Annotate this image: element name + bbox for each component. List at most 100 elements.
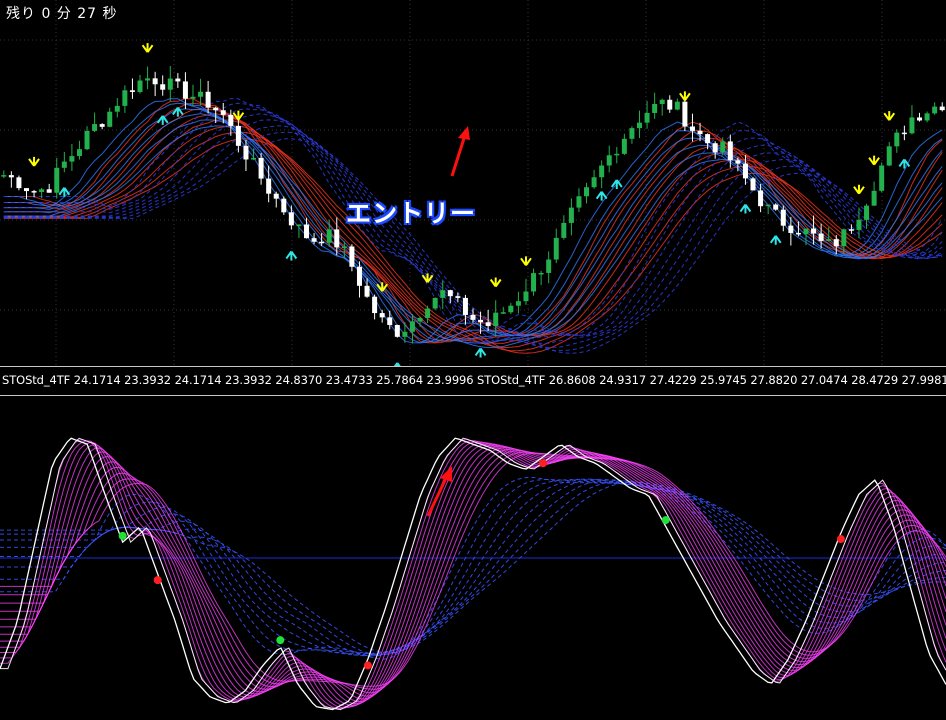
bear-candle	[387, 317, 393, 325]
sell-signal-arrow	[853, 184, 865, 195]
oscillator-ribbons	[0, 437, 946, 711]
stochastic-oscillator-svg	[0, 437, 946, 711]
bull-candle	[92, 124, 98, 131]
bull-candle	[614, 153, 620, 156]
oscillator-panel[interactable]	[0, 396, 946, 720]
sell-signal-arrow	[28, 156, 40, 167]
entry-annotation: エントリー	[346, 199, 477, 228]
bull-candle	[871, 190, 877, 206]
bear-candle	[379, 313, 385, 318]
bull-candle	[190, 96, 196, 99]
signal-stochastic-line	[0, 437, 946, 711]
bear-candle	[773, 204, 779, 210]
bull-candle	[553, 237, 559, 260]
bull-candle	[409, 321, 415, 332]
bear-candle	[319, 241, 325, 244]
bear-candle	[213, 107, 219, 111]
sell-signal-arrow	[679, 91, 691, 101]
bull-candle	[523, 291, 529, 302]
bull-candle	[879, 165, 885, 191]
bull-candle	[76, 149, 82, 157]
bull-candle	[636, 122, 642, 129]
bear-candle	[258, 157, 264, 179]
bull-candle	[54, 167, 60, 193]
bull-candle	[644, 112, 650, 123]
bull-candle	[107, 111, 113, 127]
slow-stochastic-line	[0, 478, 946, 656]
bull-candle	[432, 297, 438, 309]
countdown-timer: 残り 0 分 27 秒	[6, 6, 118, 22]
bull-candle	[122, 90, 128, 106]
bull-candle	[932, 106, 938, 114]
bull-candle	[826, 239, 832, 241]
bull-candle	[69, 156, 75, 162]
bull-candle	[515, 301, 521, 306]
bear-candle	[288, 212, 294, 226]
bull-candle	[584, 187, 590, 197]
bear-candle	[364, 285, 370, 297]
bull-candle	[167, 78, 173, 90]
bull-candle	[561, 222, 567, 238]
bull-candle	[137, 80, 143, 92]
sell-signal-arrow	[489, 277, 502, 288]
bull-candle	[720, 141, 726, 153]
bear-candle	[16, 177, 22, 189]
bear-candle	[175, 78, 181, 82]
buy-signal-arrow	[898, 158, 911, 169]
bear-candle	[235, 125, 241, 146]
bull-candle	[341, 246, 347, 249]
bear-candle	[160, 84, 166, 90]
bull-candle	[621, 138, 627, 154]
bull-candle	[39, 189, 45, 193]
bear-candle	[795, 232, 801, 235]
bull-candle	[145, 78, 151, 81]
sell-dot	[836, 535, 845, 544]
slow-stochastic-line	[0, 476, 946, 660]
bear-candle	[750, 178, 756, 191]
bear-candle	[228, 114, 234, 126]
bear-candle	[697, 130, 703, 135]
bear-candle	[735, 160, 741, 164]
bear-candle	[356, 266, 362, 286]
bear-candle	[478, 319, 484, 323]
bear-candle	[46, 189, 52, 193]
buy-signal-arrow	[58, 187, 71, 197]
slow-stochastic-line	[0, 478, 946, 655]
bear-candle	[447, 290, 453, 297]
bull-candle	[402, 331, 408, 337]
fast-stochastic-line	[0, 452, 946, 687]
bear-candle	[758, 190, 764, 207]
bear-candle	[917, 117, 923, 121]
bear-candle	[811, 228, 817, 234]
bull-candle	[531, 273, 537, 292]
fast-stochastic-line	[0, 448, 946, 697]
bull-candle	[538, 272, 544, 275]
bear-candle	[129, 90, 135, 92]
slow-stochastic-line	[0, 479, 946, 655]
bear-candle	[689, 126, 695, 131]
bull-candle	[629, 128, 635, 139]
bull-candle	[576, 196, 582, 208]
buy-signal-arrow	[285, 250, 298, 261]
bear-candle	[818, 233, 824, 241]
bear-candle	[462, 297, 468, 315]
bull-candle	[856, 219, 862, 230]
sell-signal-arrow	[883, 111, 896, 121]
bull-candle	[425, 308, 431, 318]
bull-candle	[591, 177, 597, 188]
bear-candle	[23, 188, 29, 192]
buy-signal-arrow	[474, 347, 487, 358]
bear-candle	[833, 239, 839, 247]
bear-candle	[788, 225, 794, 233]
bear-candle	[8, 175, 14, 178]
bull-candle	[508, 305, 514, 313]
buy-signal-arrow	[595, 191, 608, 201]
bull-candle	[841, 229, 847, 247]
bear-candle	[682, 101, 688, 127]
bear-candle	[243, 145, 249, 160]
bear-candle	[266, 178, 272, 194]
main-price-chart[interactable]: 残り 0 分 27 秒 エントリー	[0, 0, 946, 366]
bear-candle	[901, 132, 907, 135]
bear-candle	[667, 99, 673, 110]
bear-candle	[485, 322, 491, 326]
